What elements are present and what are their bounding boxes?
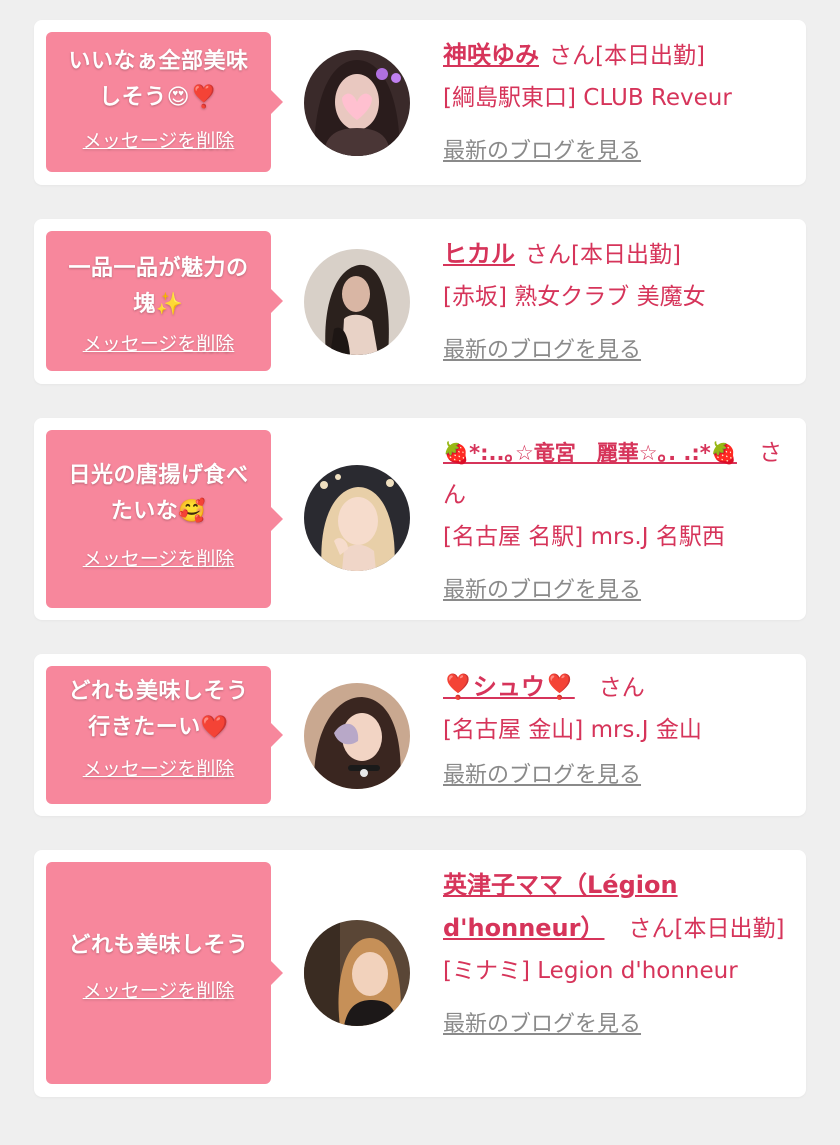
message-bubble: 日光の唐揚げ食べたいな🥰 メッセージを削除 (46, 430, 283, 608)
profile-name-link[interactable]: 神咲ゆみ (443, 41, 539, 69)
message-card: どれも美味しそう行きたーい❤️ メッセージを削除 ❣️シュウ❣️ さん [名古屋 … (34, 654, 806, 816)
delete-message-link[interactable]: メッセージを削除 (83, 329, 235, 356)
profile-info: ヒカル さん[本日出勤] [赤坂] 熟女クラブ 美魔女 最新のブログを見る (443, 233, 793, 372)
message-card: 日光の唐揚げ食べたいな🥰 メッセージを削除 🍓*:..｡☆竜宮 麗華☆｡. .:… (34, 418, 806, 620)
delete-message-link[interactable]: メッセージを削除 (83, 754, 235, 781)
message-bubble: いいなぁ全部美味しそう😍❣️ メッセージを削除 (46, 32, 283, 172)
avatar[interactable] (304, 249, 410, 355)
store-text: [名古屋 金山] mrs.J 金山 (443, 717, 702, 743)
message-text: どれも美味しそう (68, 933, 249, 958)
store-text: [赤坂] 熟女クラブ 美魔女 (443, 284, 706, 310)
latest-blog-link[interactable]: 最新のブログを見る (443, 755, 641, 797)
profile-info: 神咲ゆみ さん[本日出勤] [綱島駅東口] CLUB Reveur 最新のブログを… (443, 34, 793, 173)
message-text: 日光の唐揚げ食べたいな🥰 (68, 463, 249, 524)
message-text: 一品一品が魅力の塊✨ (68, 256, 249, 317)
message-card: いいなぁ全部美味しそう😍❣️ メッセージを削除 神咲ゆみ さん[本日出勤] [綱島… (34, 20, 806, 185)
avatar[interactable] (304, 50, 410, 156)
status-text: さん[本日出勤] (525, 242, 681, 268)
status-text: さん (598, 675, 645, 701)
message-card: どれも美味しそう メッセージを削除 英津子ママ（Légion d'honneur… (34, 850, 806, 1097)
delete-message-link[interactable]: メッセージを削除 (83, 544, 235, 571)
profile-info: 🍓*:..｡☆竜宮 麗華☆｡. .:*🍓 さん [名古屋 名駅] mrs.J 名駅… (443, 432, 793, 612)
delete-message-link[interactable]: メッセージを削除 (83, 126, 235, 153)
profile-name-link[interactable]: ❣️シュウ❣️ (443, 673, 575, 701)
profile-name-link[interactable]: ヒカル (443, 240, 515, 268)
latest-blog-link[interactable]: 最新のブログを見る (443, 1004, 641, 1046)
profile-name-link[interactable]: 🍓*:..｡☆竜宮 麗華☆｡. .:*🍓 (443, 441, 737, 465)
latest-blog-link[interactable]: 最新のブログを見る (443, 330, 641, 372)
message-bubble: どれも美味しそう行きたーい❤️ メッセージを削除 (46, 666, 283, 804)
message-text: どれも美味しそう行きたーい❤️ (68, 679, 249, 740)
avatar[interactable] (304, 920, 410, 1026)
message-list: いいなぁ全部美味しそう😍❣️ メッセージを削除 神咲ゆみ さん[本日出勤] [綱島… (0, 0, 840, 1145)
status-text: さん[本日出勤] (628, 916, 785, 942)
message-text: いいなぁ全部美味しそう😍❣️ (68, 49, 249, 110)
message-bubble: 一品一品が魅力の塊✨ メッセージを削除 (46, 231, 283, 371)
avatar[interactable] (304, 465, 410, 571)
profile-info: 英津子ママ（Légion d'honneur） さん[本日出勤] [ミナミ] Le… (443, 864, 793, 1046)
store-text: [綱島駅東口] CLUB Reveur (443, 85, 732, 111)
store-text: [名古屋 名駅] mrs.J 名駅西 (443, 524, 725, 550)
avatar[interactable] (304, 683, 410, 789)
latest-blog-link[interactable]: 最新のブログを見る (443, 131, 641, 173)
message-card: 一品一品が魅力の塊✨ メッセージを削除 ヒカル さん[本日出勤] [赤坂] 熟女ク… (34, 219, 806, 384)
delete-message-link[interactable]: メッセージを削除 (83, 976, 235, 1003)
latest-blog-link[interactable]: 最新のブログを見る (443, 570, 641, 612)
message-bubble: どれも美味しそう メッセージを削除 (46, 862, 283, 1084)
status-text: さん[本日出勤] (549, 43, 705, 69)
profile-info: ❣️シュウ❣️ さん [名古屋 金山] mrs.J 金山 最新のブログを見る (443, 666, 793, 797)
store-text: [ミナミ] Legion d'honneur (443, 958, 738, 984)
